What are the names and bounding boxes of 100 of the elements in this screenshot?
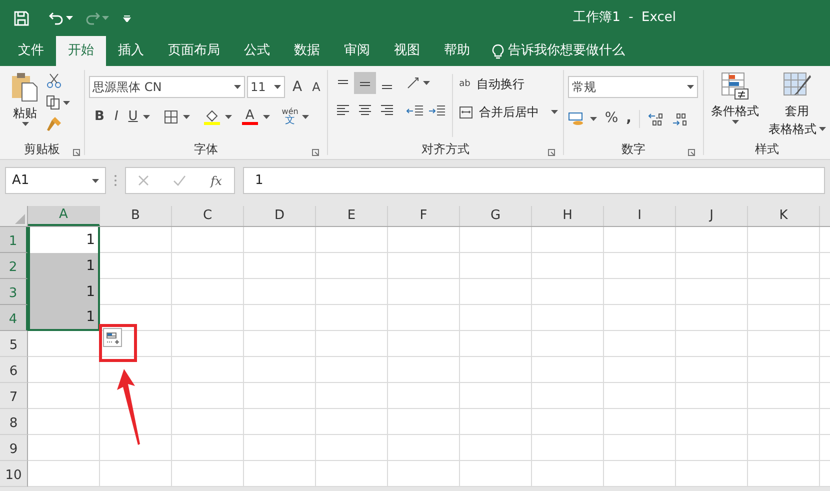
wrap-text-button[interactable]: ab 自动换行 <box>459 74 558 94</box>
caret-icon <box>590 116 597 120</box>
row-header[interactable]: 2 <box>0 253 28 279</box>
customize-toolbar-icon[interactable] <box>123 14 131 22</box>
row-header[interactable]: 5 <box>0 331 28 357</box>
row-header[interactable]: 10 <box>0 461 28 487</box>
increase-indent-icon[interactable] <box>428 104 446 118</box>
caret-icon <box>423 81 430 85</box>
enter-check-icon[interactable] <box>173 175 186 186</box>
ribbon-tab[interactable]: 帮助 <box>432 36 482 66</box>
caret-icon <box>686 85 694 89</box>
bold-button[interactable]: B <box>94 107 104 126</box>
ribbon-tab[interactable]: 公式 <box>232 36 282 66</box>
column-header[interactable]: F <box>388 206 460 226</box>
phonetic-guide-button[interactable]: wén 文 <box>282 108 310 126</box>
caret-icon <box>732 120 739 124</box>
decrease-decimal-icon[interactable] <box>672 112 688 126</box>
lightbulb-icon <box>492 44 504 58</box>
align-lines-icon <box>358 82 372 86</box>
align-lines-icon <box>358 105 372 115</box>
formula-input[interactable]: 1 <box>243 167 825 194</box>
merge-cells-icon <box>459 106 474 118</box>
ribbon-tab[interactable]: 数据 <box>282 36 332 66</box>
align-lines-icon <box>380 85 394 89</box>
column-header[interactable]: D <box>244 206 316 226</box>
column-header[interactable]: A <box>28 206 100 226</box>
row-header[interactable]: 4 <box>0 305 28 331</box>
decrease-indent-icon[interactable] <box>406 104 424 118</box>
column-header[interactable]: H <box>532 206 604 226</box>
format-as-table-button[interactable]: 套用 表格格式 <box>768 72 826 139</box>
row-header[interactable]: 7 <box>0 383 28 409</box>
grow-font-button[interactable]: A <box>292 76 302 98</box>
quick-analysis-menu[interactable] <box>103 328 122 347</box>
cell[interactable]: 1 <box>28 305 100 331</box>
caret-icon <box>102 16 109 20</box>
dialog-launcher-icon[interactable] <box>548 149 555 156</box>
name-box[interactable]: A1 <box>5 167 106 194</box>
caret-icon <box>274 85 281 89</box>
row-header[interactable]: 9 <box>0 435 28 461</box>
caret-icon <box>182 114 190 119</box>
format-painter-icon[interactable] <box>46 116 62 132</box>
borders-button[interactable] <box>164 110 190 124</box>
column-header[interactable]: K <box>748 206 820 226</box>
comma-button[interactable]: , <box>626 108 632 129</box>
cell[interactable]: 1 <box>28 227 100 253</box>
ribbon-tab[interactable]: 开始 <box>56 36 106 66</box>
row-header[interactable]: 1 <box>0 227 28 253</box>
ribbon-tab[interactable]: 插入 <box>106 36 156 66</box>
dialog-launcher-icon[interactable] <box>72 149 80 156</box>
insert-function-button[interactable]: fx <box>210 172 222 190</box>
middle-align-button[interactable] <box>354 72 376 94</box>
group-label: 对齐方式 <box>421 141 470 158</box>
ribbon-tab[interactable]: 页面布局 <box>156 36 232 66</box>
copy-button[interactable] <box>46 95 70 110</box>
tell-me-search[interactable]: 告诉我你想要做什么 <box>482 36 635 66</box>
column-header[interactable]: B <box>100 206 172 226</box>
column-header[interactable]: J <box>676 206 748 226</box>
increase-decimal-icon[interactable] <box>648 112 664 126</box>
dialog-launcher-icon[interactable] <box>688 149 696 156</box>
ribbon-tab[interactable]: 文件 <box>6 36 56 66</box>
font-name-dropdown[interactable]: 思源黑体 CN <box>88 76 245 98</box>
caret-icon <box>818 127 826 131</box>
caret-icon <box>224 114 232 119</box>
italic-button[interactable]: I <box>114 107 118 126</box>
column-header[interactable]: I <box>604 206 676 226</box>
number-format-dropdown[interactable]: 常规 <box>568 76 698 98</box>
font-color-button[interactable]: A <box>242 108 270 125</box>
underline-button[interactable]: U <box>128 107 138 126</box>
cell[interactable]: 1 <box>28 279 100 305</box>
drag-handle-icon[interactable] <box>114 174 117 187</box>
undo-icon[interactable] <box>49 12 64 24</box>
font-size-dropdown[interactable]: 11 <box>246 76 285 98</box>
row-header[interactable]: 6 <box>0 357 28 383</box>
column-header[interactable]: G <box>460 206 532 226</box>
cut-icon[interactable] <box>46 73 62 89</box>
group-label: 数字 <box>621 141 646 158</box>
caret-icon <box>92 178 99 182</box>
row-header[interactable]: 8 <box>0 409 28 435</box>
accounting-format-button[interactable] <box>568 112 597 126</box>
dialog-launcher-icon[interactable] <box>312 149 320 156</box>
conditional-formatting-button[interactable]: 条件格式 <box>708 72 762 139</box>
ribbon-tab[interactable]: 视图 <box>382 36 432 66</box>
caret-icon <box>22 122 28 126</box>
column-header[interactable]: E <box>316 206 388 226</box>
conditional-formatting-icon <box>721 72 750 100</box>
fill-color-button[interactable] <box>204 108 232 125</box>
paste-button[interactable]: 粘贴 <box>10 72 40 139</box>
merge-center-button[interactable]: 合并后居中 <box>459 102 558 122</box>
cell[interactable]: 1 <box>28 253 100 279</box>
column-header[interactable]: C <box>172 206 244 226</box>
percent-button[interactable]: % <box>604 108 618 129</box>
group-label: 字体 <box>194 141 218 158</box>
caret-icon <box>142 114 150 119</box>
save-icon[interactable] <box>14 10 29 26</box>
row-header[interactable]: 3 <box>0 279 28 305</box>
align-lines-icon <box>336 105 350 115</box>
shrink-font-button[interactable]: A <box>312 78 320 96</box>
triangle-icon <box>15 214 25 224</box>
ribbon-tab[interactable]: 审阅 <box>332 36 382 66</box>
caret-icon <box>262 114 270 119</box>
